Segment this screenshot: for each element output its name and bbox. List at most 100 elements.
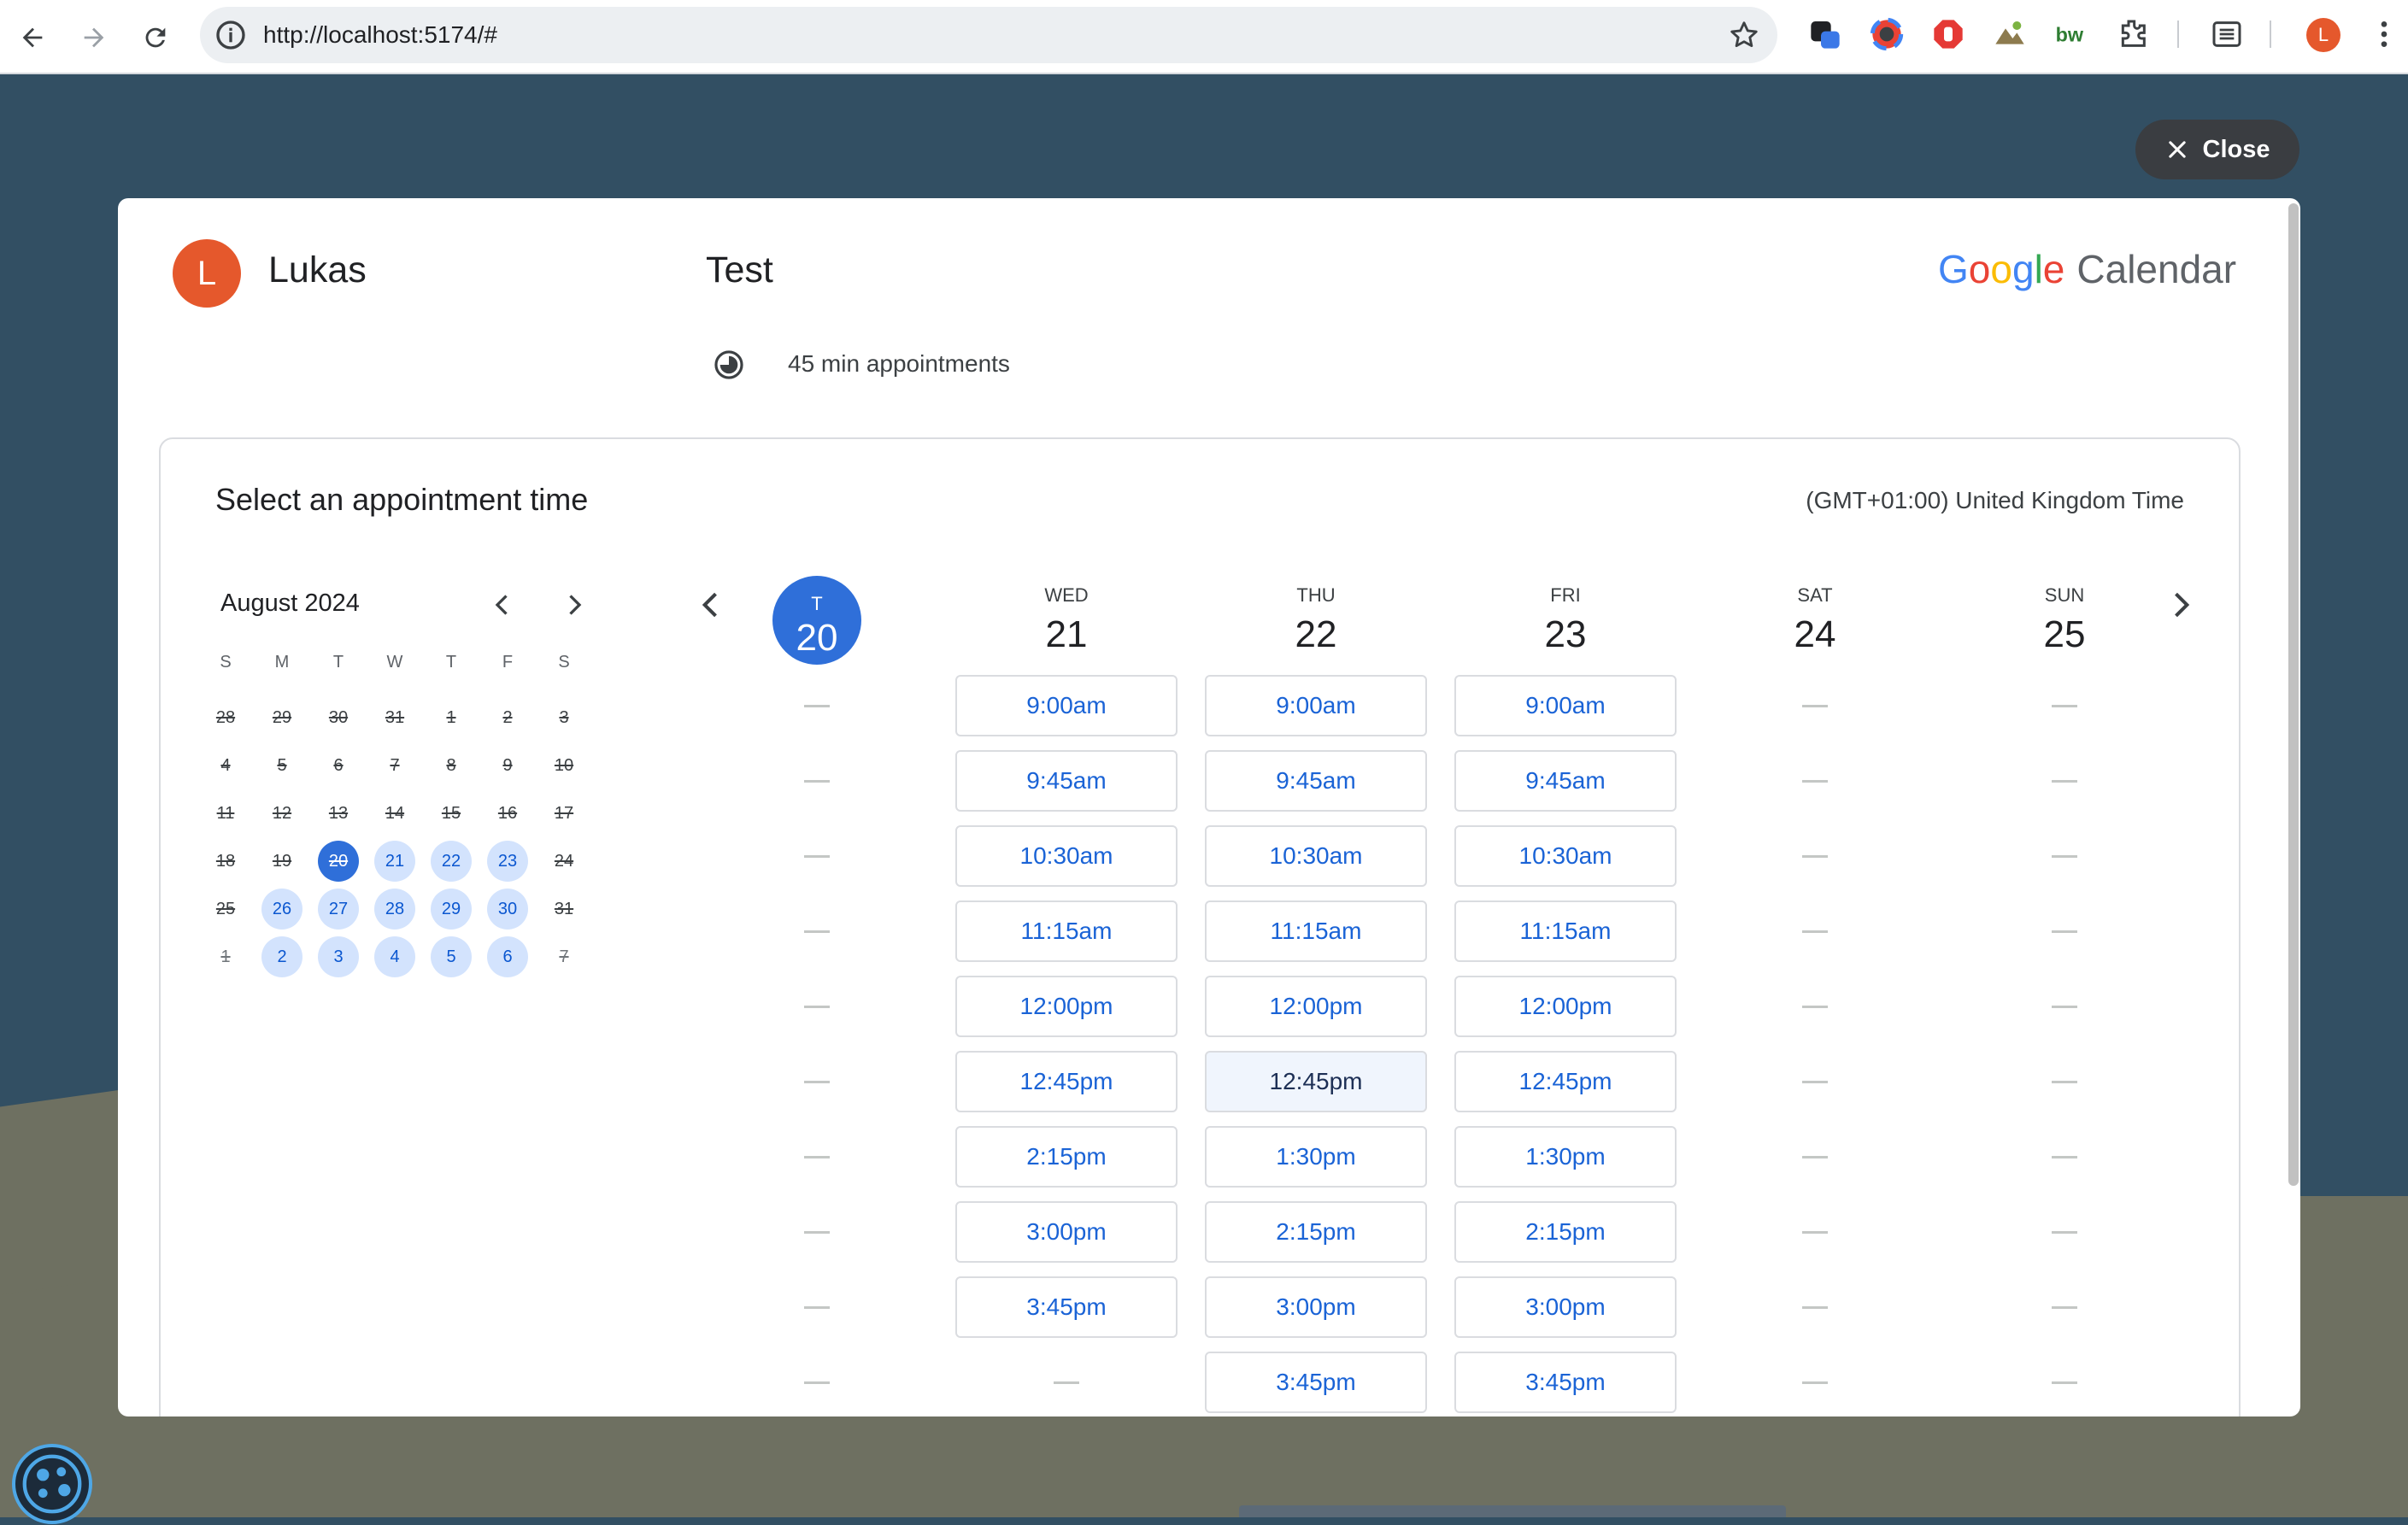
site-info-icon[interactable] <box>214 18 248 52</box>
chevron-right-icon[interactable] <box>2162 586 2200 624</box>
time-slot-button[interactable]: 2:15pm <box>1454 1201 1677 1263</box>
mini-calendar-day[interactable]: 28 <box>374 889 415 930</box>
mini-calendar-day: 7 <box>559 947 569 966</box>
google-wordmark: Google <box>1938 247 2064 291</box>
time-slot-button[interactable]: 10:30am <box>1205 825 1427 887</box>
mini-calendar-day[interactable]: 22 <box>431 841 472 882</box>
mini-calendar-day[interactable]: 3 <box>318 936 359 977</box>
day-of-week: WED <box>1044 584 1089 606</box>
day-of-week: T <box>811 593 823 614</box>
chevron-left-icon[interactable] <box>692 586 730 624</box>
color-picker-extension-icon[interactable] <box>1870 17 1904 51</box>
timezone-selector[interactable]: (GMT+01:00) United Kingdom Time <box>1806 487 2184 514</box>
time-slot-button[interactable]: 9:00am <box>1454 675 1677 736</box>
mini-calendar-day: 17 <box>554 804 574 823</box>
mini-calendar-day[interactable]: 26 <box>261 889 302 930</box>
no-slot-placeholder <box>2052 780 2077 783</box>
time-slot-button[interactable]: 11:15am <box>955 900 1178 962</box>
mini-calendar-day: 3 <box>559 708 569 727</box>
mini-calendar-day: 16 <box>497 804 518 823</box>
mini-calendar-day[interactable]: 27 <box>318 889 359 930</box>
mini-calendar-day: 1 <box>220 947 231 966</box>
back-button[interactable] <box>10 15 55 60</box>
mini-calendar-day: 18 <box>215 852 236 871</box>
day-header-today[interactable]: T 20 <box>772 576 861 665</box>
day-header[interactable]: WED 21 <box>990 584 1143 656</box>
time-slot-button[interactable]: 2:15pm <box>955 1126 1178 1188</box>
mini-calendar-day[interactable]: 4 <box>374 936 415 977</box>
time-slot-button[interactable]: 11:15am <box>1454 900 1677 962</box>
time-slot-button[interactable]: 3:45pm <box>1454 1352 1677 1413</box>
no-slot-placeholder <box>1802 780 1828 783</box>
extensions-puzzle-icon[interactable] <box>2116 17 2150 51</box>
time-slot-button[interactable]: 9:45am <box>1205 750 1427 812</box>
mini-calendar-day: 12 <box>272 804 292 823</box>
modal-scrollbar[interactable] <box>2288 203 2299 1186</box>
mini-calendar-weekday: F <box>502 653 514 672</box>
mini-calendar-day[interactable]: 29 <box>431 889 472 930</box>
time-slot-button[interactable]: 10:30am <box>1454 825 1677 887</box>
time-slot-button[interactable]: 11:15am <box>1205 900 1427 962</box>
mini-calendar-day[interactable]: 21 <box>374 841 415 882</box>
more-menu-icon[interactable] <box>2367 17 2401 51</box>
time-slot-button[interactable]: 3:00pm <box>955 1201 1178 1263</box>
time-slot-button[interactable]: 3:00pm <box>1454 1276 1677 1338</box>
mini-calendar-day[interactable]: 5 <box>431 936 472 977</box>
arrow-right-icon <box>84 27 104 48</box>
chevron-left-icon[interactable] <box>487 589 518 620</box>
time-slot-button[interactable]: 12:45pm <box>955 1051 1178 1112</box>
time-slot-button[interactable]: 9:45am <box>1454 750 1677 812</box>
chevron-right-icon[interactable] <box>559 589 590 620</box>
mini-calendar-day: 15 <box>441 804 461 823</box>
landscape-extension-icon[interactable] <box>1993 17 2027 51</box>
background-strip <box>1239 1505 1786 1517</box>
time-slot-button[interactable]: 12:00pm <box>1205 976 1427 1037</box>
bw-extension-icon[interactable]: bw <box>2054 17 2088 51</box>
url-text[interactable]: http://localhost:5174/# <box>263 7 497 63</box>
mini-calendar-day[interactable]: 6 <box>487 936 528 977</box>
time-slot-button[interactable]: 9:00am <box>1205 675 1427 736</box>
profile-avatar[interactable]: L <box>2306 18 2340 52</box>
no-slot-placeholder <box>2052 1306 2077 1309</box>
time-slot-button[interactable]: 3:45pm <box>955 1276 1178 1338</box>
tab-manager-extension-icon[interactable] <box>1808 17 1842 51</box>
time-slot-button[interactable]: 12:00pm <box>1454 976 1677 1037</box>
time-slot-button[interactable]: 9:00am <box>955 675 1178 736</box>
toolbar-separator <box>2177 21 2179 48</box>
reload-button[interactable] <box>133 15 178 60</box>
time-slot-button[interactable]: 12:00pm <box>955 976 1178 1037</box>
side-panel-icon[interactable] <box>2210 17 2244 51</box>
time-slot-button[interactable]: 1:30pm <box>1454 1126 1677 1188</box>
mini-calendar-day: 9 <box>502 756 513 775</box>
floating-widget-button[interactable] <box>12 1444 92 1524</box>
mini-calendar-day[interactable]: 2 <box>261 936 302 977</box>
google-letter: o <box>1990 247 2012 291</box>
mini-calendar-day: 25 <box>215 900 236 918</box>
no-slot-placeholder <box>804 1081 830 1083</box>
time-slot-button[interactable]: 3:00pm <box>1205 1276 1427 1338</box>
close-button[interactable]: Close <box>2135 120 2299 179</box>
mini-calendar-day[interactable]: 30 <box>487 889 528 930</box>
time-slot-button[interactable]: 12:45pm <box>1205 1051 1427 1112</box>
time-slot-button[interactable]: 2:15pm <box>1205 1201 1427 1263</box>
no-slot-placeholder <box>1802 930 1828 933</box>
time-slot-button[interactable]: 9:45am <box>955 750 1178 812</box>
adblock-extension-icon[interactable] <box>1931 17 1965 51</box>
day-number: 20 <box>796 617 838 659</box>
mini-calendar-weekday: M <box>274 653 290 672</box>
forward-button[interactable] <box>72 15 116 60</box>
mini-calendar-day[interactable]: 23 <box>487 841 528 882</box>
mini-calendar-day: 4 <box>220 756 231 775</box>
time-slot-button[interactable]: 12:45pm <box>1454 1051 1677 1112</box>
day-header[interactable]: THU 22 <box>1239 584 1393 656</box>
time-slot-button[interactable]: 10:30am <box>955 825 1178 887</box>
day-header[interactable]: SAT 24 <box>1738 584 1892 656</box>
day-header[interactable]: SUN 25 <box>1988 584 2141 656</box>
google-letter: G <box>1938 247 1969 291</box>
day-header[interactable]: FRI 23 <box>1489 584 1642 656</box>
close-icon <box>2168 141 2186 158</box>
time-slot-button[interactable]: 1:30pm <box>1205 1126 1427 1188</box>
address-bar[interactable]: http://localhost:5174/# <box>200 7 1777 63</box>
time-slot-button[interactable]: 3:45pm <box>1205 1352 1427 1413</box>
bookmark-star-icon[interactable] <box>1728 19 1760 51</box>
